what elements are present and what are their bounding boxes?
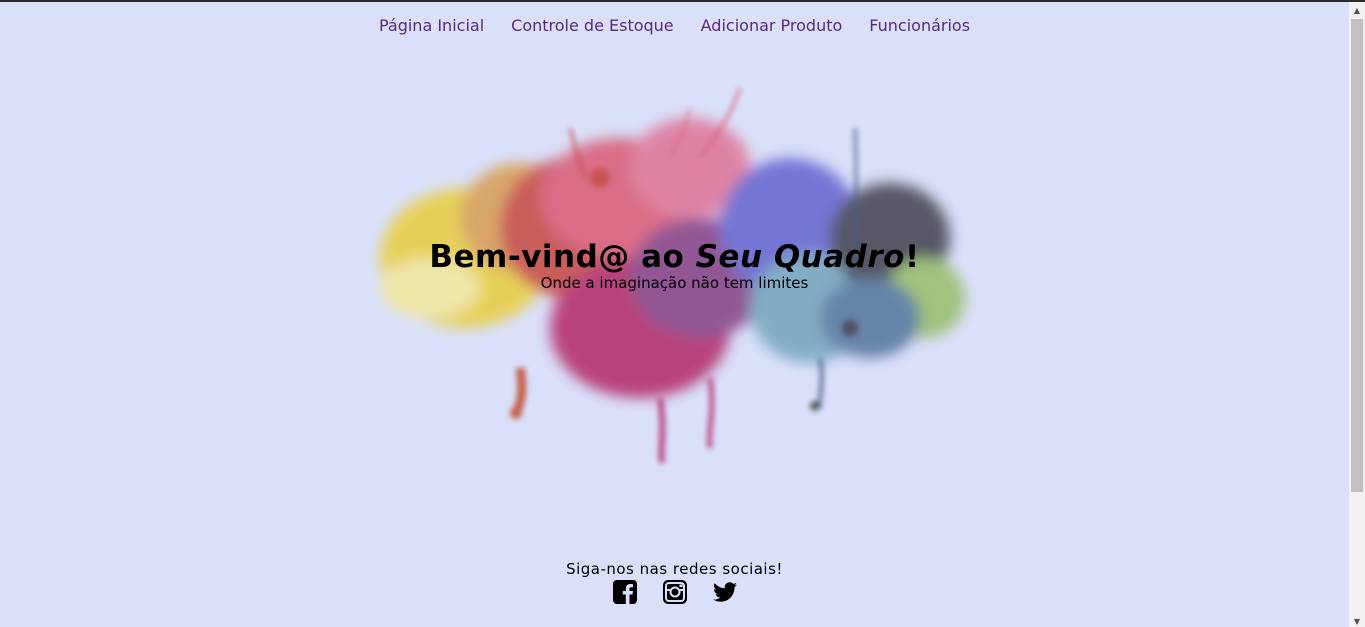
facebook-icon[interactable] (612, 580, 637, 604)
follow-text: Siga-nos nas redes sociais! (566, 560, 783, 578)
instagram-icon[interactable] (662, 580, 687, 604)
nav-employees-link[interactable]: Funcionários (869, 16, 970, 35)
scrollbar-thumb[interactable] (1351, 19, 1363, 492)
hero-subtitle: Onde a imaginação não tem limites (540, 274, 809, 292)
hero-title-prefix: Bem-vind@ ao (429, 239, 696, 275)
scroll-down-icon[interactable]: ▼ (1349, 613, 1365, 627)
page-scrollbar[interactable]: ▲ ▼ (1349, 2, 1365, 627)
hero-title-brand: Seu Quadro (695, 239, 905, 275)
hero-section: Bem-vind@ ao Seu Quadro! Onde a imaginaç… (0, 238, 1349, 292)
hero-title-suffix: ! (904, 239, 920, 275)
twitter-icon[interactable] (712, 580, 737, 604)
scroll-up-icon[interactable]: ▲ (1349, 2, 1365, 18)
social-links (0, 580, 1349, 604)
main-nav: Página Inicial Controle de Estoque Adici… (0, 16, 1349, 35)
nav-add-product-link[interactable]: Adicionar Produto (701, 16, 843, 35)
nav-home-link[interactable]: Página Inicial (379, 16, 484, 35)
footer: Siga-nos nas redes sociais! (0, 560, 1349, 604)
nav-stock-control-link[interactable]: Controle de Estoque (511, 16, 674, 35)
hero-title: Bem-vind@ ao Seu Quadro! (0, 238, 1349, 276)
